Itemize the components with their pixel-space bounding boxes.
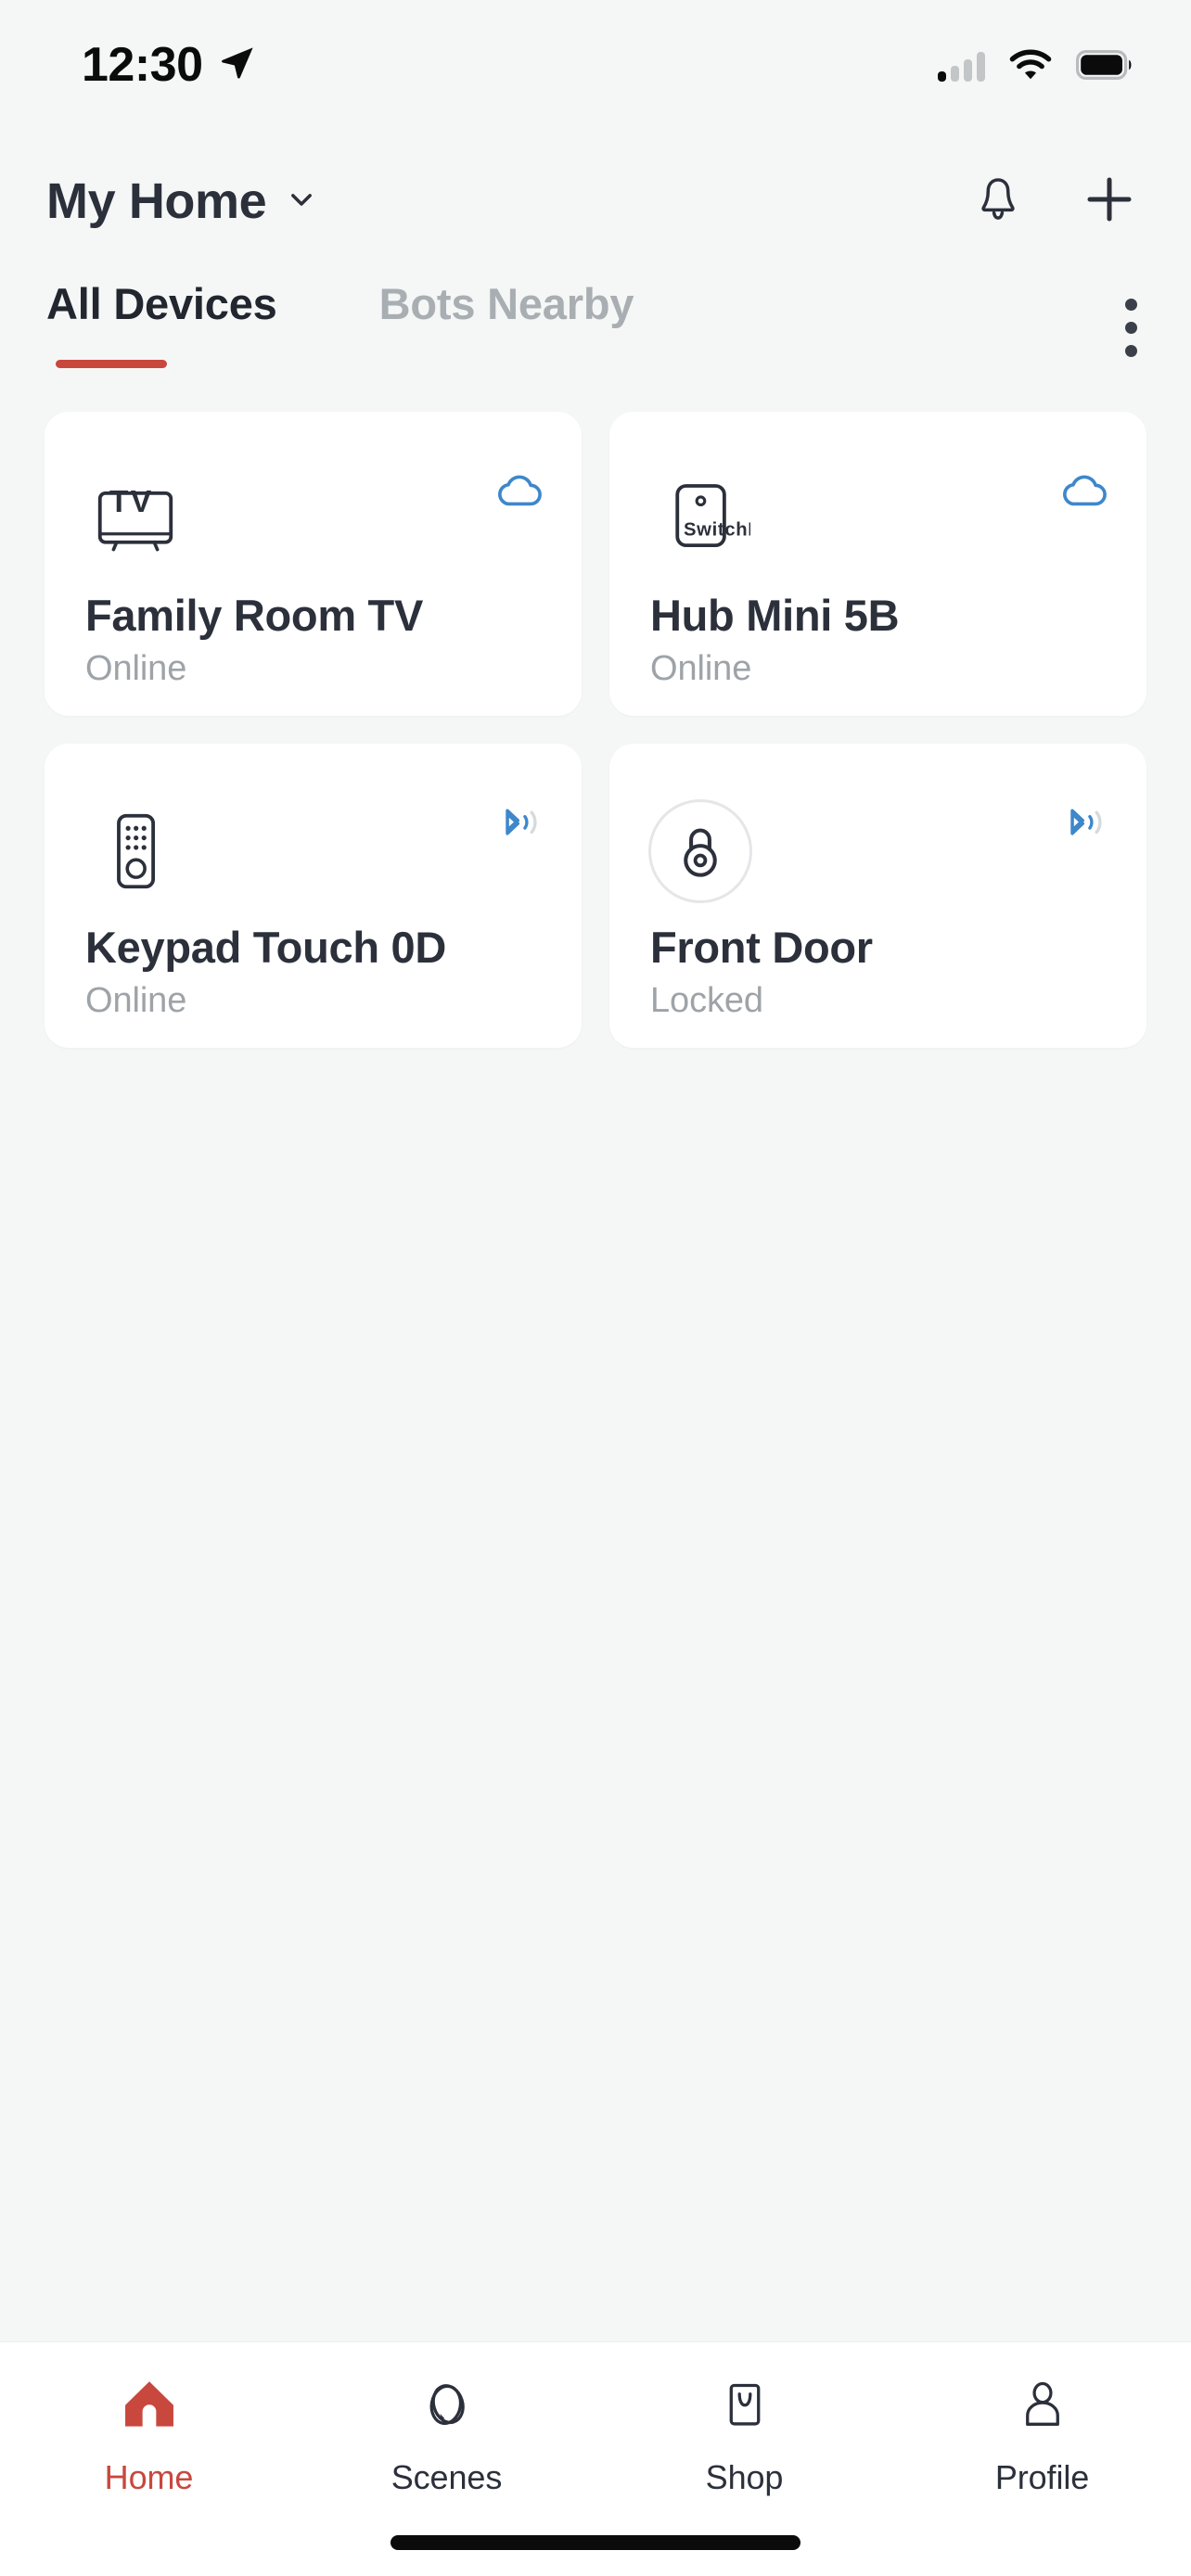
cloud-icon	[494, 469, 544, 515]
header-actions	[972, 172, 1137, 232]
home-selector[interactable]: My Home	[46, 172, 320, 230]
device-status: Online	[85, 649, 187, 688]
svg-text:SwitchBot: SwitchBot	[684, 520, 750, 541]
orbit-icon	[418, 2376, 476, 2438]
tab-label: All Devices	[46, 279, 277, 328]
app-screen: 12:30 My Home All Devices Bots Nearby TV…	[0, 0, 1191, 2576]
bell-icon[interactable]	[972, 173, 1024, 230]
device-card-family-room-tv[interactable]: TV Family Room TV Online	[45, 412, 582, 716]
person-icon	[1014, 2376, 1071, 2438]
device-card-keypad-touch-0d[interactable]: Keypad Touch 0D Online	[45, 744, 582, 1048]
nav-label: Scenes	[391, 2458, 503, 2496]
bluetooth-signal-icon	[1057, 801, 1109, 848]
nav-item-profile[interactable]: Profile	[893, 2376, 1191, 2497]
device-status: Online	[650, 649, 752, 688]
status-bar-left: 12:30	[82, 37, 257, 93]
nav-label: Home	[104, 2458, 194, 2496]
nav-item-home[interactable]: Home	[0, 2376, 298, 2497]
lock-icon	[648, 799, 752, 903]
device-name: Front Door	[650, 923, 873, 972]
location-arrow-icon	[218, 44, 257, 87]
bag-icon	[716, 2376, 774, 2438]
plus-icon[interactable]	[1082, 172, 1137, 232]
nav-label: Shop	[705, 2458, 784, 2496]
battery-full-icon	[1076, 49, 1133, 84]
device-status: Locked	[650, 981, 763, 1020]
wifi-icon	[1008, 48, 1053, 86]
bottom-navigation-bar: Home Scenes Shop Profile	[0, 2341, 1191, 2576]
device-status: Online	[85, 981, 187, 1020]
home-indicator[interactable]	[391, 2535, 800, 2550]
tab-list: All Devices Bots Nearby	[46, 278, 634, 368]
tab-label: Bots Nearby	[378, 279, 634, 328]
device-grid: TV Family Room TV Online SwitchBot	[45, 412, 1146, 1048]
nav-item-shop[interactable]: Shop	[596, 2376, 893, 2497]
keypad-icon	[83, 799, 187, 903]
bluetooth-signal-icon	[493, 801, 544, 848]
hub-mini-icon: SwitchBot	[648, 467, 752, 571]
active-tab-indicator	[56, 360, 167, 368]
chevron-down-icon	[283, 181, 320, 223]
kebab-menu-icon[interactable]	[1125, 299, 1137, 357]
device-name: Hub Mini 5B	[650, 591, 900, 640]
status-bar: 12:30	[0, 0, 1191, 130]
device-name: Keypad Touch 0D	[85, 923, 446, 972]
status-clock: 12:30	[82, 38, 203, 92]
tv-icon: TV	[83, 467, 187, 571]
tab-bots-nearby[interactable]: Bots Nearby	[379, 278, 634, 368]
status-bar-right	[938, 45, 1133, 86]
app-header: My Home	[0, 141, 1191, 261]
device-card-hub-mini-5b[interactable]: SwitchBot Hub Mini 5B Online	[609, 412, 1146, 716]
nav-label: Profile	[994, 2458, 1090, 2496]
nav-item-scenes[interactable]: Scenes	[298, 2376, 596, 2497]
page-title: My Home	[46, 173, 267, 229]
house-icon	[121, 2376, 178, 2438]
device-name: Family Room TV	[85, 591, 424, 640]
device-card-front-door[interactable]: Front Door Locked	[609, 744, 1146, 1048]
cellular-signal-icon	[938, 52, 985, 82]
tab-all-devices[interactable]: All Devices	[46, 278, 277, 368]
svg-text:TV: TV	[109, 484, 154, 519]
cloud-icon	[1059, 469, 1109, 515]
tab-bar: All Devices Bots Nearby	[0, 278, 1191, 399]
